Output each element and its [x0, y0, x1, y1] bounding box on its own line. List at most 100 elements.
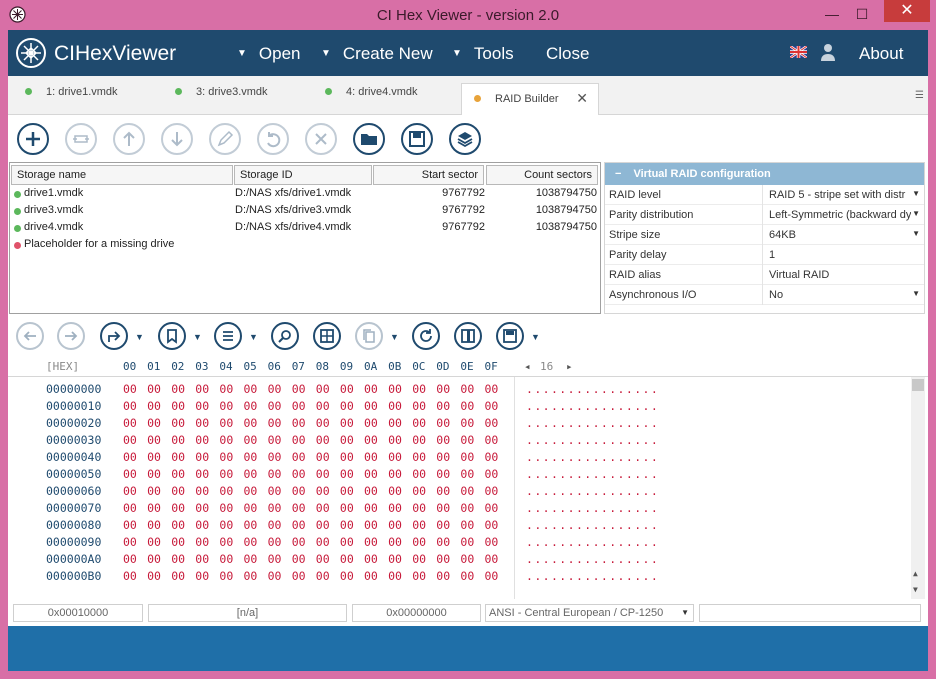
hex-view[interactable]: ▲ ▼ 00000000 00 00 00 00 00 00 00 00 00 00 00 00 00 00… — [8, 376, 928, 600]
scroll-up-icon[interactable]: ▲ — [913, 569, 918, 578]
hex-byte[interactable]: 00 — [123, 467, 137, 481]
tab-drive4[interactable]: 4: drive4.vmdk — [325, 86, 418, 98]
hex-byte[interactable]: 00 — [244, 399, 258, 413]
hex-byte[interactable]: 00 — [292, 552, 306, 566]
hex-byte[interactable]: 00 — [340, 569, 354, 583]
close-tab-icon[interactable]: ✕ — [576, 90, 588, 107]
menu-about[interactable]: About — [859, 44, 903, 64]
hex-byte[interactable]: 00 — [195, 484, 209, 498]
hex-byte[interactable]: 00 — [268, 569, 282, 583]
hex-byte[interactable]: 00 — [171, 518, 185, 532]
hex-byte[interactable]: 00 — [244, 450, 258, 464]
minimize-button[interactable]: — — [820, 4, 844, 24]
hex-byte[interactable]: 00 — [292, 518, 306, 532]
swap-drive-button[interactable] — [65, 123, 97, 155]
hex-byte[interactable]: 00 — [388, 518, 402, 532]
tab-drive1[interactable]: 1: drive1.vmdk — [25, 86, 118, 98]
hex-byte[interactable]: 00 — [244, 569, 258, 583]
hex-byte[interactable]: 00 — [436, 382, 450, 396]
hex-byte[interactable]: 00 — [388, 552, 402, 566]
hex-byte[interactable]: 00 — [195, 433, 209, 447]
hex-byte[interactable]: 00 — [436, 433, 450, 447]
table-row[interactable]: drive3.vmdk D:/NAS xfs/drive3.vmdk 97677… — [12, 203, 598, 220]
chevron-down-icon[interactable]: ▼ — [531, 332, 540, 342]
hex-byte[interactable]: 00 — [171, 416, 185, 430]
hex-byte[interactable]: 00 — [292, 484, 306, 498]
hex-byte[interactable]: 00 — [171, 501, 185, 515]
hex-byte[interactable]: 00 — [485, 535, 499, 549]
hex-byte[interactable]: 00 — [485, 501, 499, 515]
hex-byte[interactable]: 00 — [268, 450, 282, 464]
hex-byte[interactable]: 00 — [316, 569, 330, 583]
prop-parity-distribution[interactable]: Parity distribution Left-Symmetric (backw… — [605, 205, 924, 225]
hex-byte[interactable]: 00 — [460, 501, 474, 515]
hex-byte[interactable]: 00 — [219, 467, 233, 481]
hex-byte[interactable]: 00 — [340, 433, 354, 447]
hex-byte[interactable]: 00 — [364, 467, 378, 481]
bytes-per-row[interactable]: 16 — [540, 360, 553, 373]
hex-byte[interactable]: 00 — [123, 484, 137, 498]
hex-byte[interactable]: 00 — [123, 518, 137, 532]
hex-byte[interactable]: 00 — [364, 484, 378, 498]
hex-byte[interactable]: 00 — [460, 518, 474, 532]
hex-byte[interactable]: 00 — [147, 467, 161, 481]
hex-byte[interactable]: 00 — [123, 416, 137, 430]
hex-byte[interactable]: 00 — [364, 433, 378, 447]
prop-async-io[interactable]: Asynchronous I/O No ▼ — [605, 285, 924, 305]
prop-parity-delay[interactable]: Parity delay 1 — [605, 245, 924, 265]
hex-byte[interactable]: 00 — [268, 399, 282, 413]
hex-byte[interactable]: 00 — [195, 399, 209, 413]
hex-byte[interactable]: 00 — [147, 501, 161, 515]
hex-byte[interactable]: 00 — [460, 382, 474, 396]
dropdown-arrow-icon[interactable]: ▼ — [912, 289, 920, 298]
hex-byte[interactable]: 00 — [364, 552, 378, 566]
search-button[interactable] — [271, 322, 299, 350]
hex-byte[interactable]: 00 — [412, 450, 426, 464]
hex-byte[interactable]: 00 — [485, 433, 499, 447]
hex-byte[interactable]: 00 — [147, 433, 161, 447]
hex-byte[interactable]: 00 — [388, 535, 402, 549]
maximize-button[interactable]: ☐ — [850, 4, 874, 24]
hex-byte[interactable]: 00 — [388, 450, 402, 464]
ascii-row[interactable]: ................ — [526, 484, 659, 498]
hex-byte[interactable]: 00 — [195, 569, 209, 583]
prev-width-icon[interactable]: ◂ — [524, 360, 531, 373]
hex-byte[interactable]: 00 — [316, 450, 330, 464]
menu-open[interactable]: ▼ Open — [237, 44, 301, 64]
hex-byte[interactable]: 00 — [340, 535, 354, 549]
hex-byte[interactable]: 00 — [485, 552, 499, 566]
hex-byte[interactable]: 00 — [436, 416, 450, 430]
hex-byte[interactable]: 00 — [123, 433, 137, 447]
hex-byte[interactable]: 00 — [244, 484, 258, 498]
hex-byte[interactable]: 00 — [436, 501, 450, 515]
hex-byte[interactable]: 00 — [171, 433, 185, 447]
col-count-sectors[interactable]: Count sectors — [486, 165, 598, 185]
hex-byte[interactable]: 00 — [460, 450, 474, 464]
hex-byte[interactable]: 00 — [123, 450, 137, 464]
chevron-down-icon[interactable]: ▼ — [249, 332, 258, 342]
hex-byte[interactable]: 00 — [316, 501, 330, 515]
bookmark-button[interactable] — [158, 322, 186, 350]
hex-byte[interactable]: 00 — [412, 552, 426, 566]
ascii-row[interactable]: ................ — [526, 535, 659, 549]
user-icon[interactable] — [820, 43, 836, 61]
hex-byte[interactable]: 00 — [485, 467, 499, 481]
hex-mode-label[interactable]: [HEX] — [46, 360, 79, 373]
save-config-button[interactable] — [401, 123, 433, 155]
hex-byte[interactable]: 00 — [268, 484, 282, 498]
goto-button[interactable] — [100, 322, 128, 350]
hex-byte[interactable]: 00 — [364, 501, 378, 515]
menu-close[interactable]: Close — [546, 44, 589, 64]
hex-byte[interactable]: 00 — [219, 450, 233, 464]
hex-byte[interactable]: 00 — [316, 399, 330, 413]
hex-byte[interactable]: 00 — [412, 467, 426, 481]
hex-byte[interactable]: 00 — [268, 416, 282, 430]
chevron-down-icon[interactable]: ▼ — [390, 332, 399, 342]
hex-byte[interactable]: 00 — [268, 467, 282, 481]
hex-byte[interactable]: 00 — [388, 399, 402, 413]
hex-byte[interactable]: 00 — [340, 382, 354, 396]
encoding-select[interactable]: ANSI - Central European / CP-1250 ▼ — [485, 604, 694, 622]
hex-byte[interactable]: 00 — [147, 518, 161, 532]
hex-byte[interactable]: 00 — [292, 416, 306, 430]
tab-raid-builder[interactable]: RAID Builder ✕ — [461, 83, 599, 115]
